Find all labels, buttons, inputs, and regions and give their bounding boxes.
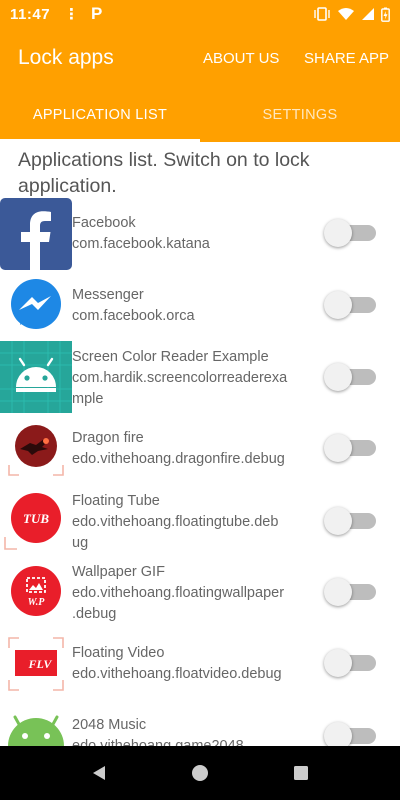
list-item[interactable]: Screen Color Reader Example com.hardik.s… <box>0 341 400 413</box>
tab-application-list[interactable]: APPLICATION LIST <box>0 88 200 142</box>
app-package-line-2: mple <box>72 391 104 407</box>
lock-switch[interactable] <box>324 434 378 462</box>
tube-icon-text: TUB <box>23 511 49 526</box>
list-item[interactable]: 2048 Music edo.vithehoang.game2048 <box>0 700 400 746</box>
list-item[interactable]: W.P Wallpaper GIF edo.vithehoang.floatin… <box>0 556 400 628</box>
switch-thumb <box>324 363 352 391</box>
lock-switch[interactable] <box>324 363 378 391</box>
app-package: com.facebook.orca <box>72 308 195 324</box>
battery-charging-icon <box>381 7 390 22</box>
app-texts: 2048 Music edo.vithehoang.game2048 <box>72 715 317 746</box>
application-list[interactable]: Applications list. Switch on to lock app… <box>0 142 400 746</box>
lock-switch[interactable] <box>324 291 378 319</box>
list-item[interactable]: FLV Floating Video edo.vithehoang.floatv… <box>0 628 400 700</box>
vibrate-icon <box>314 7 330 21</box>
switch-thumb <box>324 434 352 462</box>
messenger-icon <box>11 279 61 329</box>
tab-bar: APPLICATION LIST SETTINGS <box>0 88 400 142</box>
app-package-line-2: .debug <box>72 606 117 622</box>
tab-settings[interactable]: SETTINGS <box>200 88 400 142</box>
lock-switch[interactable] <box>324 649 378 677</box>
app-name: Floating Video <box>72 645 165 661</box>
share-app-button[interactable]: SHARE APP <box>304 50 389 67</box>
wallpaper-icon-text: W.P <box>28 597 46 608</box>
notification-app-icon: P <box>91 4 103 23</box>
app-package-line-2: ug <box>72 535 89 551</box>
app-name: Screen Color Reader Example <box>72 349 269 365</box>
switch-thumb <box>324 649 352 677</box>
list-item[interactable]: Messenger com.facebook.orca <box>0 270 400 342</box>
app-package: edo.vithehoang.game2048 <box>72 738 244 746</box>
lock-switch[interactable] <box>324 507 378 535</box>
android-robot-icon <box>0 341 72 413</box>
app-texts: Messenger com.facebook.orca <box>72 285 312 327</box>
switch-thumb <box>324 507 352 535</box>
app-package: edo.vithehoang.dragonfire.debug <box>72 451 285 467</box>
lock-switch[interactable] <box>324 578 378 606</box>
recents-icon[interactable] <box>292 764 310 782</box>
app-package: edo.vithehoang.floatvideo.debug <box>72 666 282 682</box>
android-green-icon <box>8 715 64 746</box>
app-name: Messenger <box>72 287 144 303</box>
app-name: Wallpaper GIF <box>72 564 165 580</box>
app-name: Floating Tube <box>72 493 160 509</box>
about-us-button[interactable]: ABOUT US <box>203 50 279 67</box>
status-time: 11:47 <box>10 5 51 23</box>
list-item[interactable]: Facebook com.facebook.katana <box>0 198 400 270</box>
lock-switch[interactable] <box>324 722 378 746</box>
list-item[interactable]: Dragon fire edo.vithehoang.dragonfire.de… <box>0 413 400 485</box>
app-title: Lock apps <box>18 46 114 69</box>
switch-thumb <box>324 291 352 319</box>
floating-video-icon: FLV <box>8 637 64 691</box>
app-package-line-1: edo.vithehoang.floatingtube.deb <box>72 514 279 530</box>
app-package-line-1: com.hardik.screencolorreaderexa <box>72 370 288 386</box>
app-texts: Screen Color Reader Example com.hardik.s… <box>72 347 317 410</box>
back-icon[interactable] <box>90 764 108 782</box>
app-texts: Facebook com.facebook.katana <box>72 213 312 255</box>
app-package-line-1: edo.vithehoang.floatingwallpaper <box>72 585 285 601</box>
status-bar: 11:47 ⋮ P <box>0 0 400 28</box>
wifi-icon <box>338 8 354 20</box>
app-texts: Dragon fire edo.vithehoang.dragonfire.de… <box>72 428 317 470</box>
floating-tube-icon: TUB <box>4 493 61 550</box>
app-name: Facebook <box>72 215 136 231</box>
app-toolbar: Lock apps ABOUT US SHARE APP <box>0 28 400 88</box>
app-package: com.facebook.katana <box>72 236 210 252</box>
home-icon[interactable] <box>191 764 209 782</box>
app-texts: Floating Tube edo.vithehoang.floatingtub… <box>72 491 317 554</box>
lock-switch[interactable] <box>324 219 378 247</box>
app-name: Dragon fire <box>72 430 144 446</box>
app-texts: Wallpaper GIF edo.vithehoang.floatingwal… <box>72 562 317 625</box>
switch-thumb <box>324 219 352 247</box>
facebook-icon <box>0 198 72 270</box>
flv-icon-text: FLV <box>28 657 53 671</box>
list-intro-text: Applications list. Switch on to lock app… <box>18 149 310 197</box>
switch-thumb <box>324 578 352 606</box>
dragon-fire-icon <box>8 425 64 476</box>
wallpaper-gif-icon: W.P <box>11 566 61 616</box>
switch-thumb <box>324 722 352 746</box>
app-texts: Floating Video edo.vithehoang.floatvideo… <box>72 643 317 685</box>
status-icons <box>313 7 390 22</box>
signal-icon <box>362 8 374 20</box>
app-name: 2048 Music <box>72 717 147 733</box>
system-nav-bar <box>0 746 400 800</box>
overflow-dots-icon: ⋮ <box>64 6 80 23</box>
list-item[interactable]: TUB Floating Tube edo.vithehoang.floatin… <box>0 485 400 557</box>
